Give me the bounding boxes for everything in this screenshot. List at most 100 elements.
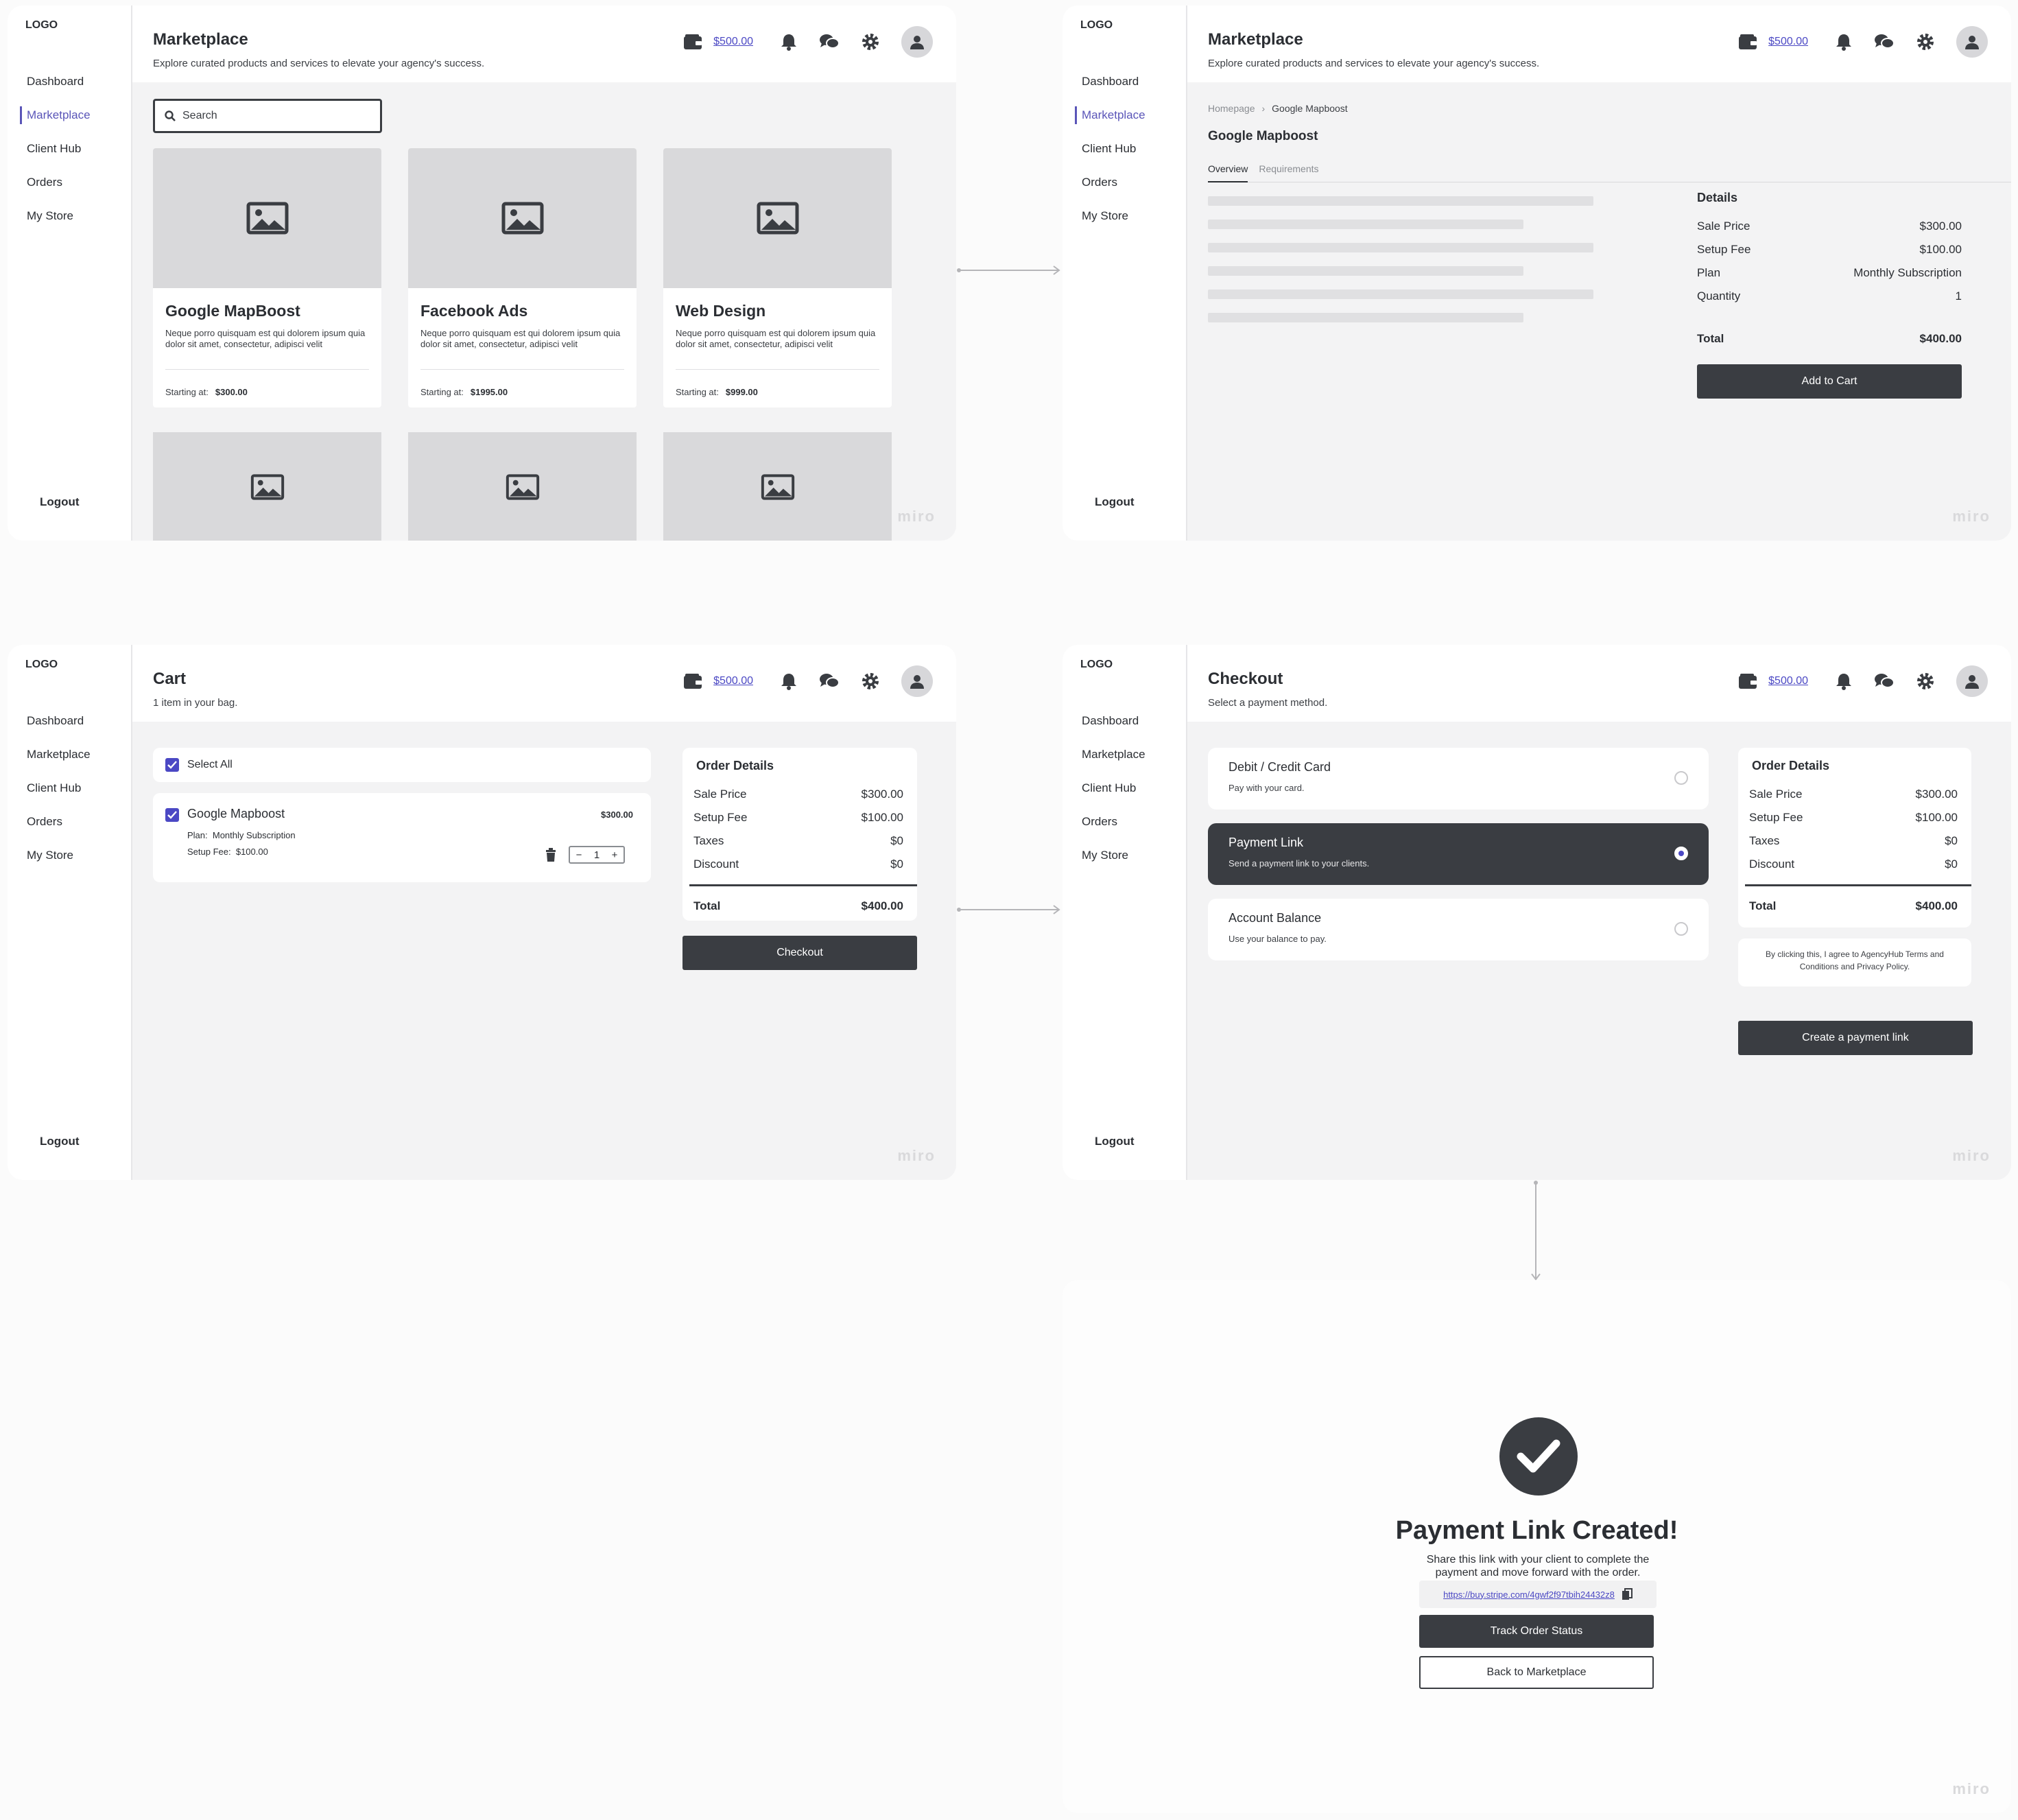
select-all-checkbox[interactable] [165, 758, 179, 772]
radio-button[interactable] [1674, 771, 1688, 785]
sidebar-nav: Dashboard Marketplace Client Hub Orders … [1082, 704, 1145, 872]
header: Marketplace Explore curated products and… [1187, 5, 2011, 82]
gear-icon[interactable] [862, 672, 879, 690]
bell-icon[interactable] [781, 672, 797, 690]
copy-icon[interactable] [1622, 1588, 1633, 1600]
product-card-placeholder[interactable] [663, 432, 892, 541]
product-name: Google MapBoost [165, 302, 300, 320]
sidebar-item-dashboard[interactable]: Dashboard [1082, 64, 1145, 98]
checkout-button[interactable]: Checkout [682, 936, 917, 970]
header: Cart 1 item in your bag. $500.00 [132, 645, 956, 722]
avatar[interactable] [1956, 665, 1988, 697]
sidebar: LOGO Dashboard Marketplace Client Hub Or… [1063, 645, 1187, 1180]
gear-icon[interactable] [1916, 33, 1934, 51]
chat-icon[interactable] [1874, 673, 1895, 689]
balance-link[interactable]: $500.00 [1768, 36, 1808, 48]
payment-link[interactable]: https://buy.stripe.com/4gwf2f97tbih24432… [1443, 1589, 1615, 1600]
sidebar-item-client-hub[interactable]: Client Hub [27, 132, 91, 165]
sidebar-item-my-store[interactable]: My Store [27, 838, 91, 872]
select-all-label: Select All [187, 759, 233, 770]
confirmation-title: Payment Link Created! [1395, 1516, 1678, 1545]
avatar[interactable] [901, 665, 933, 697]
sidebar-item-my-store[interactable]: My Store [27, 199, 91, 233]
order-value: $100.00 [1915, 811, 1958, 824]
logout-link[interactable]: Logout [1095, 495, 1135, 509]
sidebar-item-orders[interactable]: Orders [1082, 165, 1145, 199]
chevron-right-icon: › [1261, 103, 1266, 114]
radio-button[interactable] [1674, 922, 1688, 936]
payment-option-title: Account Balance [1228, 911, 1322, 925]
avatar[interactable] [1956, 26, 1988, 58]
payment-option-desc: Send a payment link to your clients. [1228, 858, 1370, 868]
bell-icon[interactable] [781, 33, 797, 51]
chat-icon[interactable] [819, 34, 840, 50]
product-card[interactable]: Web Design Neque porro quisquam est qui … [663, 148, 892, 407]
sidebar-item-orders[interactable]: Orders [1082, 805, 1145, 838]
sidebar-item-client-hub[interactable]: Client Hub [1082, 132, 1145, 165]
trash-icon[interactable] [545, 848, 556, 862]
track-order-status-button[interactable]: Track Order Status [1419, 1615, 1654, 1648]
product-card[interactable]: Facebook Ads Neque porro quisquam est qu… [408, 148, 637, 407]
balance-link[interactable]: $500.00 [1768, 675, 1808, 687]
total-row: Total $400.00 [1738, 895, 1971, 918]
image-icon [250, 474, 285, 500]
watermark: miro [1952, 508, 1991, 525]
chat-icon[interactable] [1874, 34, 1895, 50]
logout-link[interactable]: Logout [40, 1135, 80, 1148]
wallet-icon[interactable] [683, 34, 702, 50]
gear-icon[interactable] [1916, 672, 1934, 690]
back-to-marketplace-button[interactable]: Back to Marketplace [1419, 1656, 1654, 1689]
sidebar-item-dashboard[interactable]: Dashboard [1082, 704, 1145, 737]
create-payment-link-button[interactable]: Create a payment link [1738, 1021, 1973, 1055]
page-subtitle: Select a payment method. [1208, 697, 1328, 709]
quantity-value[interactable]: 1 [588, 849, 606, 861]
payment-option-card[interactable]: Debit / Credit Card Pay with your card. [1208, 748, 1709, 809]
payment-option-link[interactable]: Payment Link Send a payment link to your… [1208, 823, 1709, 885]
avatar[interactable] [901, 26, 933, 58]
chat-icon[interactable] [819, 673, 840, 689]
sidebar-item-dashboard[interactable]: Dashboard [27, 704, 91, 737]
sidebar-item-orders[interactable]: Orders [27, 165, 91, 199]
sidebar-item-marketplace[interactable]: Marketplace [27, 737, 91, 771]
tab-requirements[interactable]: Requirements [1259, 162, 1318, 182]
tab-overview[interactable]: Overview [1208, 162, 1248, 182]
order-value: $0 [1945, 834, 1958, 847]
sidebar-item-client-hub[interactable]: Client Hub [1082, 771, 1145, 805]
sidebar-item-my-store[interactable]: My Store [1082, 199, 1145, 233]
search-input[interactable]: Search [153, 99, 382, 133]
product-card-placeholder[interactable] [153, 432, 381, 541]
wallet-icon[interactable] [1738, 673, 1757, 689]
skeleton-line [1208, 313, 1523, 322]
logout-link[interactable]: Logout [1095, 1135, 1135, 1148]
item-checkbox[interactable] [165, 808, 179, 822]
divider [1745, 884, 1971, 886]
sidebar-item-dashboard[interactable]: Dashboard [27, 64, 91, 98]
sidebar-item-my-store[interactable]: My Store [1082, 838, 1145, 872]
breadcrumb-home[interactable]: Homepage [1208, 103, 1255, 114]
payment-option-balance[interactable]: Account Balance Use your balance to pay. [1208, 899, 1709, 960]
divider [676, 369, 879, 370]
wallet-icon[interactable] [1738, 34, 1757, 50]
product-card-placeholder[interactable] [408, 432, 637, 541]
bell-icon[interactable] [1836, 672, 1852, 690]
add-to-cart-button[interactable]: Add to Cart [1697, 364, 1962, 399]
sidebar-item-marketplace[interactable]: Marketplace [20, 98, 91, 132]
detail-value: 1 [1955, 289, 1962, 303]
balance-link[interactable]: $500.00 [713, 36, 753, 48]
balance-link[interactable]: $500.00 [713, 675, 753, 687]
logout-link[interactable]: Logout [40, 495, 80, 509]
product-name: Facebook Ads [420, 302, 528, 320]
sidebar-item-marketplace[interactable]: Marketplace [1075, 98, 1145, 132]
wallet-icon[interactable] [683, 673, 702, 689]
radio-button-selected[interactable] [1674, 847, 1688, 860]
sidebar-item-client-hub[interactable]: Client Hub [27, 771, 91, 805]
sidebar-item-marketplace[interactable]: Marketplace [1082, 737, 1145, 771]
plus-icon[interactable]: + [606, 849, 624, 861]
product-card[interactable]: Google MapBoost Neque porro quisquam est… [153, 148, 381, 407]
minus-icon[interactable]: − [570, 849, 588, 861]
sidebar-item-orders[interactable]: Orders [27, 805, 91, 838]
total-value: $400.00 [1919, 332, 1962, 345]
bell-icon[interactable] [1836, 33, 1852, 51]
detail-label: Quantity [1697, 289, 1741, 303]
gear-icon[interactable] [862, 33, 879, 51]
